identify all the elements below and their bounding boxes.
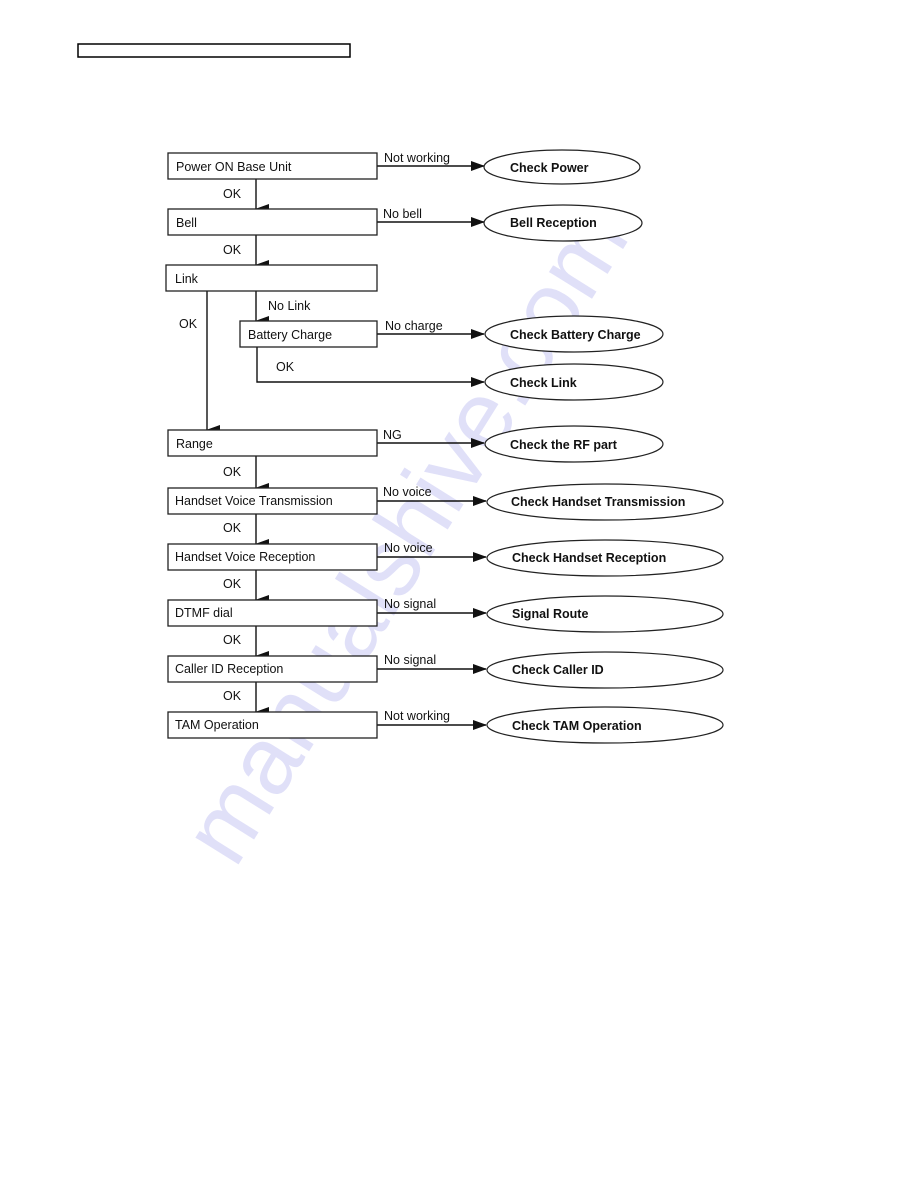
action-label: Signal Route [512, 607, 588, 621]
action-bell-reception: Bell Reception [483, 204, 643, 242]
action-check-caller-id: Check Caller ID [486, 651, 724, 689]
fail-label: No charge [385, 319, 443, 333]
step-label: Handset Voice Reception [175, 550, 315, 564]
ok-label: OK [276, 360, 295, 374]
step-bell: Bell [167, 208, 378, 236]
step-label: Bell [176, 216, 197, 230]
step-link: Link [165, 264, 378, 292]
fail-label: No Link [268, 299, 311, 313]
step-label: Power ON Base Unit [176, 160, 292, 174]
ok-label: OK [179, 317, 198, 331]
ok-label: OK [223, 521, 242, 535]
step-label: Caller ID Reception [175, 662, 283, 676]
fail-label: NG [383, 428, 402, 442]
step-label: Range [176, 437, 213, 451]
fail-label: No voice [384, 541, 433, 555]
ok-label: OK [223, 633, 242, 647]
ok-label: OK [223, 577, 242, 591]
step-label: Link [175, 272, 199, 286]
step-label: TAM Operation [175, 718, 259, 732]
action-label: Check the RF part [510, 438, 618, 452]
action-label: Check Caller ID [512, 663, 604, 677]
action-check-handset-transmission: Check Handset Transmission [486, 483, 724, 521]
step-range: Range [167, 429, 378, 457]
step-box [167, 208, 378, 236]
action-check-tam-operation: Check TAM Operation [486, 706, 724, 744]
step-callerid: Caller ID Reception [167, 655, 378, 683]
step-dtmf: DTMF dial [167, 599, 378, 627]
step-hvt: Handset Voice Transmission [167, 487, 378, 515]
troubleshooting-flowchart: manualshive.com Power ON Base Unit Bell [77, 43, 724, 881]
fail-label: No signal [384, 597, 436, 611]
fail-label: Not working [384, 151, 450, 165]
action-label: Check TAM Operation [512, 719, 642, 733]
action-label: Check Battery Charge [510, 328, 641, 342]
action-label: Check Handset Transmission [511, 495, 685, 509]
action-check-rf-part: Check the RF part [484, 425, 664, 463]
watermark: manualshive.com [162, 191, 649, 881]
ok-label: OK [223, 243, 242, 257]
action-label: Check Power [510, 161, 589, 175]
step-tam: TAM Operation [167, 711, 378, 739]
fail-label: No voice [383, 485, 432, 499]
action-check-battery-charge: Check Battery Charge [484, 315, 664, 353]
ok-label: OK [223, 187, 242, 201]
action-check-power: Check Power [483, 149, 641, 185]
fail-label: No bell [383, 207, 422, 221]
step-label: Battery Charge [248, 328, 332, 342]
step-power: Power ON Base Unit [167, 152, 378, 180]
action-label: Check Link [510, 376, 577, 390]
header-bar [77, 43, 351, 58]
fail-label: No signal [384, 653, 436, 667]
ok-label: OK [223, 689, 242, 703]
action-check-link: Check Link [484, 363, 664, 401]
ok-label: OK [223, 465, 242, 479]
action-label: Bell Reception [510, 216, 597, 230]
step-battery: Battery Charge [239, 320, 378, 348]
action-check-handset-reception: Check Handset Reception [486, 539, 724, 577]
step-label: Handset Voice Transmission [175, 494, 333, 508]
action-signal-route: Signal Route [486, 595, 724, 633]
action-label: Check Handset Reception [512, 551, 666, 565]
step-hvr: Handset Voice Reception [167, 543, 378, 571]
step-label: DTMF dial [175, 606, 233, 620]
fail-label: Not working [384, 709, 450, 723]
